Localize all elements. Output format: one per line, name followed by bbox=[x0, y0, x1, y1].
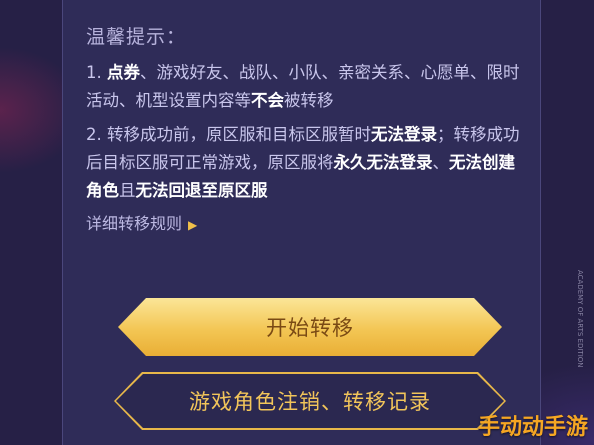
item1-emphasis-points: 点券 bbox=[107, 63, 140, 82]
item2-emphasis-permanent: 永久无法登录 bbox=[333, 153, 433, 172]
item1-emphasis-not: 不会 bbox=[251, 91, 284, 110]
records-label: 游戏角色注销、转移记录 bbox=[189, 390, 431, 414]
watermark-side-text: ACADEMY OF ARTS EDITION bbox=[576, 270, 584, 368]
start-transfer-label: 开始转移 bbox=[266, 316, 354, 340]
notice-item-2: 2. 转移成功前，原区服和目标区服暂时无法登录；转移成功后目标区服可正常游戏，原… bbox=[86, 121, 526, 205]
transfer-rules-label: 详细转移规则 bbox=[86, 214, 183, 233]
records-button[interactable]: 游戏角色注销、转移记录 bbox=[114, 372, 506, 430]
item2-emphasis-cannot-login: 无法登录 bbox=[371, 125, 437, 144]
item2-text-3: 、 bbox=[432, 153, 450, 172]
start-transfer-button[interactable]: 开始转移 bbox=[118, 298, 502, 356]
item2-emphasis-no-rollback: 无法回退至原区服 bbox=[135, 181, 268, 200]
item2-text-1: 2. 转移成功前，原区服和目标区服暂时 bbox=[86, 125, 371, 144]
notice-heading: 温馨提示： bbox=[86, 26, 187, 48]
item1-prefix: 1. bbox=[86, 63, 107, 82]
transfer-rules-link[interactable]: 详细转移规则 ▶ bbox=[86, 210, 197, 234]
item1-text-end: 被转移 bbox=[284, 91, 334, 110]
item2-text-4: 且 bbox=[119, 181, 136, 200]
notice-item-1: 1. 点券、游戏好友、战队、小队、亲密关系、心愿单、限时活动、机型设置内容等不会… bbox=[86, 59, 526, 115]
watermark-logo: 手动动手游 bbox=[477, 415, 588, 440]
records-button-inner: 游戏角色注销、转移记录 bbox=[116, 374, 504, 428]
play-arrow-icon: ▶ bbox=[188, 218, 198, 232]
